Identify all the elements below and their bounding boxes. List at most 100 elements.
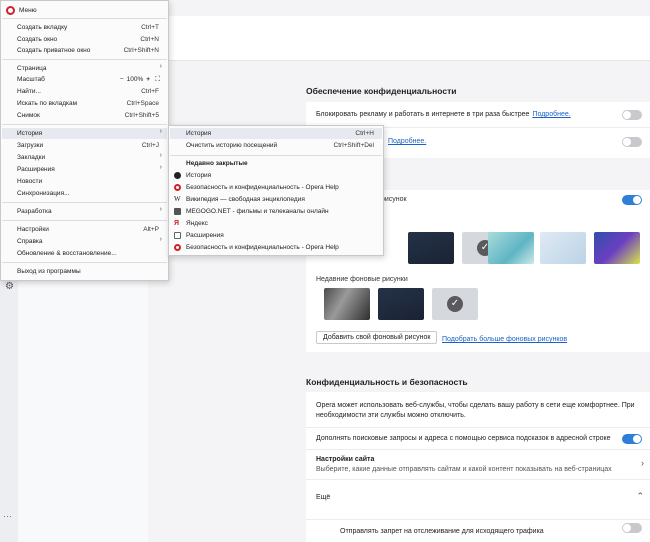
menu-downloads[interactable]: Загрузки Ctrl+J (2, 140, 167, 151)
menu-label: История (186, 172, 212, 179)
menu-extensions[interactable]: Расширения › (2, 164, 167, 175)
site-settings-row[interactable]: Настройки сайта Выберите, какие данные о… (306, 450, 650, 480)
menu-label: Загрузки (17, 142, 44, 149)
security-desc-text: Opera может использовать веб-службы, что… (316, 402, 635, 419)
suggest-row: Дополнять поисковые запросы и адреса с п… (306, 428, 650, 450)
recent-wallpaper-2[interactable] (378, 288, 424, 320)
menu-separator (2, 202, 167, 203)
recent-item[interactable]: Безопасность и конфиденциальность - Oper… (170, 182, 382, 193)
more-row[interactable]: Ещё ⌃ (306, 480, 650, 520)
menu-label: Снимок (17, 112, 40, 119)
recent-item[interactable]: История (170, 170, 382, 181)
clock-icon (174, 172, 181, 179)
menu-news[interactable]: Новости (2, 176, 167, 187)
zoom-value: 100% (126, 76, 144, 83)
chevron-right-icon: › (159, 63, 162, 70)
dnt-row: Отправлять запрет на отслеживание для ис… (306, 520, 650, 542)
menu-shortcut: Ctrl+J (141, 142, 159, 149)
menu-label: Новости (17, 178, 43, 185)
chevron-right-icon: › (159, 206, 162, 213)
wallpaper-thumb-teal[interactable] (488, 232, 534, 264)
menu-new-private-window[interactable]: Создать приватное окно Ctrl+Shift+N (2, 45, 167, 56)
menu-shortcut: Alt+P (143, 226, 159, 233)
megogo-icon (174, 208, 181, 215)
menu-update-recovery[interactable]: Обновление & восстановление... (2, 248, 167, 259)
menu-label: Справка (17, 238, 43, 245)
adblock-text: Блокировать рекламу и работать в интерне… (316, 111, 530, 118)
extensions-icon (174, 232, 181, 239)
menu-label: Закладки (17, 154, 46, 161)
menu-bookmarks[interactable]: Закладки › (2, 152, 167, 163)
wallpaper-thumb-light[interactable] (540, 232, 586, 264)
settings-gear-icon[interactable]: ⚙ (4, 281, 15, 292)
opera-icon (174, 184, 181, 191)
tracker-more-link[interactable]: Подробнее. (388, 138, 426, 145)
chevron-right-icon: › (159, 152, 162, 159)
menu-new-tab[interactable]: Создать вкладку Ctrl+T (2, 22, 167, 33)
zoom-minus-button[interactable]: − (120, 76, 124, 83)
menu-shortcut: Ctrl+Shift+N (123, 47, 159, 54)
menu-label: Очистить историю посещений (186, 142, 278, 149)
recent-item[interactable]: MEGOGO.NET - фильмы и телеканалы онлайн (170, 206, 382, 217)
menu-snapshot[interactable]: Снимок Ctrl+Shift+5 (2, 110, 167, 121)
menu-help[interactable]: Справка › (2, 236, 167, 247)
opera-logo-icon (6, 5, 15, 15)
zoom-plus-button[interactable]: + (146, 76, 150, 83)
wallpaper-thumb-dark[interactable] (408, 232, 454, 264)
dnt-toggle[interactable] (622, 523, 642, 533)
menu-label: Безопасность и конфиденциальность - Oper… (186, 184, 339, 191)
menu-developer[interactable]: Разработка › (2, 206, 167, 217)
wallpaper-thumb-blue[interactable] (594, 232, 640, 264)
tracker-toggle[interactable] (622, 137, 642, 147)
menu-new-window[interactable]: Создать окно Ctrl+N (2, 34, 167, 45)
privacy-section-title: Обеспечение конфиденциальности (306, 86, 457, 96)
menu-shortcut: Ctrl+Shift+5 (124, 112, 159, 119)
wikipedia-icon: W (174, 195, 181, 203)
submenu-clear-history[interactable]: Очистить историю посещений Ctrl+Shift+Del (170, 140, 382, 151)
site-settings-title: Настройки сайта (316, 456, 375, 463)
submenu-history[interactable]: История Ctrl+H (170, 128, 382, 139)
menu-shortcut: Ctrl+Shift+Del (333, 142, 374, 149)
menu-label: Обновление & восстановление... (17, 250, 117, 257)
menu-label: Яндекс (186, 220, 208, 227)
suggest-toggle[interactable] (622, 434, 642, 444)
yandex-icon: Я (174, 220, 180, 227)
menu-find[interactable]: Найти... Ctrl+F (2, 86, 167, 97)
menu-shortcut: Ctrl+T (141, 24, 159, 31)
menu-label: Страница (17, 65, 47, 72)
wallpapers-toggle[interactable] (622, 195, 642, 205)
recent-wallpaper-3[interactable]: ✓ (432, 288, 478, 320)
menu-label: MEGOGO.NET - фильмы и телеканалы онлайн (186, 208, 329, 215)
menu-sync[interactable]: Синхронизация... (2, 188, 167, 199)
menu-shortcut: Ctrl+F (141, 88, 159, 95)
menu-header[interactable]: Меню (2, 2, 167, 19)
menu-zoom[interactable]: Масштаб − 100% + ⛶ (2, 74, 167, 85)
menu-label: Недавно закрытые (186, 160, 248, 167)
menu-history[interactable]: История › (2, 128, 167, 139)
more-dots-icon[interactable]: ··· (3, 512, 15, 521)
security-desc-row: Opera может использовать веб-службы, что… (306, 392, 650, 428)
recent-item[interactable]: W Википедия — свободная энциклопедия (170, 194, 382, 205)
adblock-more-link[interactable]: Подробнее. (532, 111, 570, 118)
menu-label: Википедия — свободная энциклопедия (186, 196, 305, 203)
add-wallpaper-button[interactable]: Добавить свой фоновый рисунок (316, 331, 438, 344)
chevron-right-icon: › (641, 458, 644, 468)
menu-shortcut: Ctrl+H (355, 130, 374, 137)
menu-exit[interactable]: Выход из программы (2, 266, 167, 277)
menu-label: Выход из программы (17, 268, 81, 275)
recent-item[interactable]: Я Яндекс (170, 218, 382, 229)
menu-settings[interactable]: Настройки Alt+P (2, 224, 167, 235)
recent-wallpaper-1[interactable] (324, 288, 370, 320)
menu-label: Расширения (186, 232, 224, 239)
more-wallpapers-link[interactable]: Подобрать больше фоновых рисунков (442, 336, 567, 343)
menu-label: Создать вкладку (17, 24, 68, 31)
chevron-right-icon: › (159, 236, 162, 243)
menu-search-tabs[interactable]: Искать по вкладкам Ctrl+Space (2, 98, 167, 109)
security-card: Opera может использовать веб-службы, что… (306, 392, 650, 542)
menu-separator (2, 59, 167, 60)
adblock-toggle[interactable] (622, 110, 642, 120)
menu-page[interactable]: Страница › (2, 63, 167, 74)
recent-item[interactable]: Безопасность и конфиденциальность - Oper… (170, 242, 382, 253)
fullscreen-icon[interactable]: ⛶ (155, 76, 160, 84)
recent-item[interactable]: Расширения (170, 230, 382, 241)
